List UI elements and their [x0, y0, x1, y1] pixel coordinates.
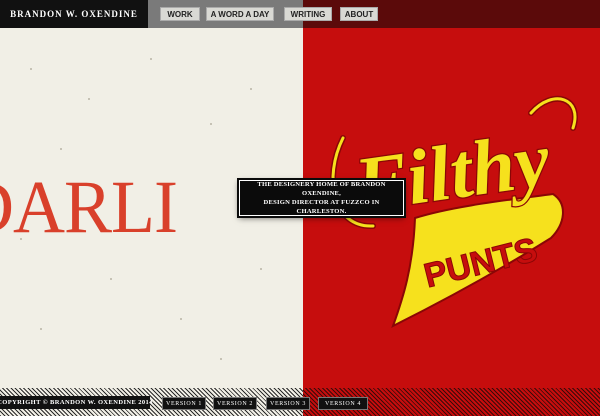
- version-4-button[interactable]: VERSION 4: [318, 397, 368, 410]
- version-2-button[interactable]: VERSION 2: [213, 397, 257, 410]
- main-nav: WORK A WORD A DAY: [148, 0, 303, 28]
- top-bar: BRANDON W. OXENDINE WORK A WORD A DAY WR…: [0, 0, 600, 28]
- copyright: COPYRIGHT © BRANDON W. OXENDINE 2014: [0, 396, 152, 409]
- version-1-button[interactable]: VERSION 1: [162, 397, 206, 410]
- nav-about[interactable]: ABOUT: [340, 7, 378, 21]
- darling-lettering[interactable]: DARLI: [0, 164, 178, 251]
- nav-right-segment: WRITING ABOUT: [284, 0, 600, 28]
- nav-writing[interactable]: WRITING: [284, 7, 332, 21]
- tagline-line-2: DESIGN DIRECTOR AT FUZZCO IN CHARLESTON.: [263, 199, 380, 215]
- nav-a-word-a-day[interactable]: A WORD A DAY: [206, 7, 274, 21]
- tagline-line-1: THE DESIGNERY HOME OF BRANDON OXENDINE,: [257, 181, 386, 197]
- footer: COPYRIGHT © BRANDON W. OXENDINE 2014 VER…: [0, 388, 600, 416]
- version-3-button[interactable]: VERSION 3: [266, 397, 310, 410]
- nav-work[interactable]: WORK: [160, 7, 200, 21]
- site-title[interactable]: BRANDON W. OXENDINE: [0, 0, 148, 28]
- tagline-box: THE DESIGNERY HOME OF BRANDON OXENDINE, …: [239, 180, 404, 216]
